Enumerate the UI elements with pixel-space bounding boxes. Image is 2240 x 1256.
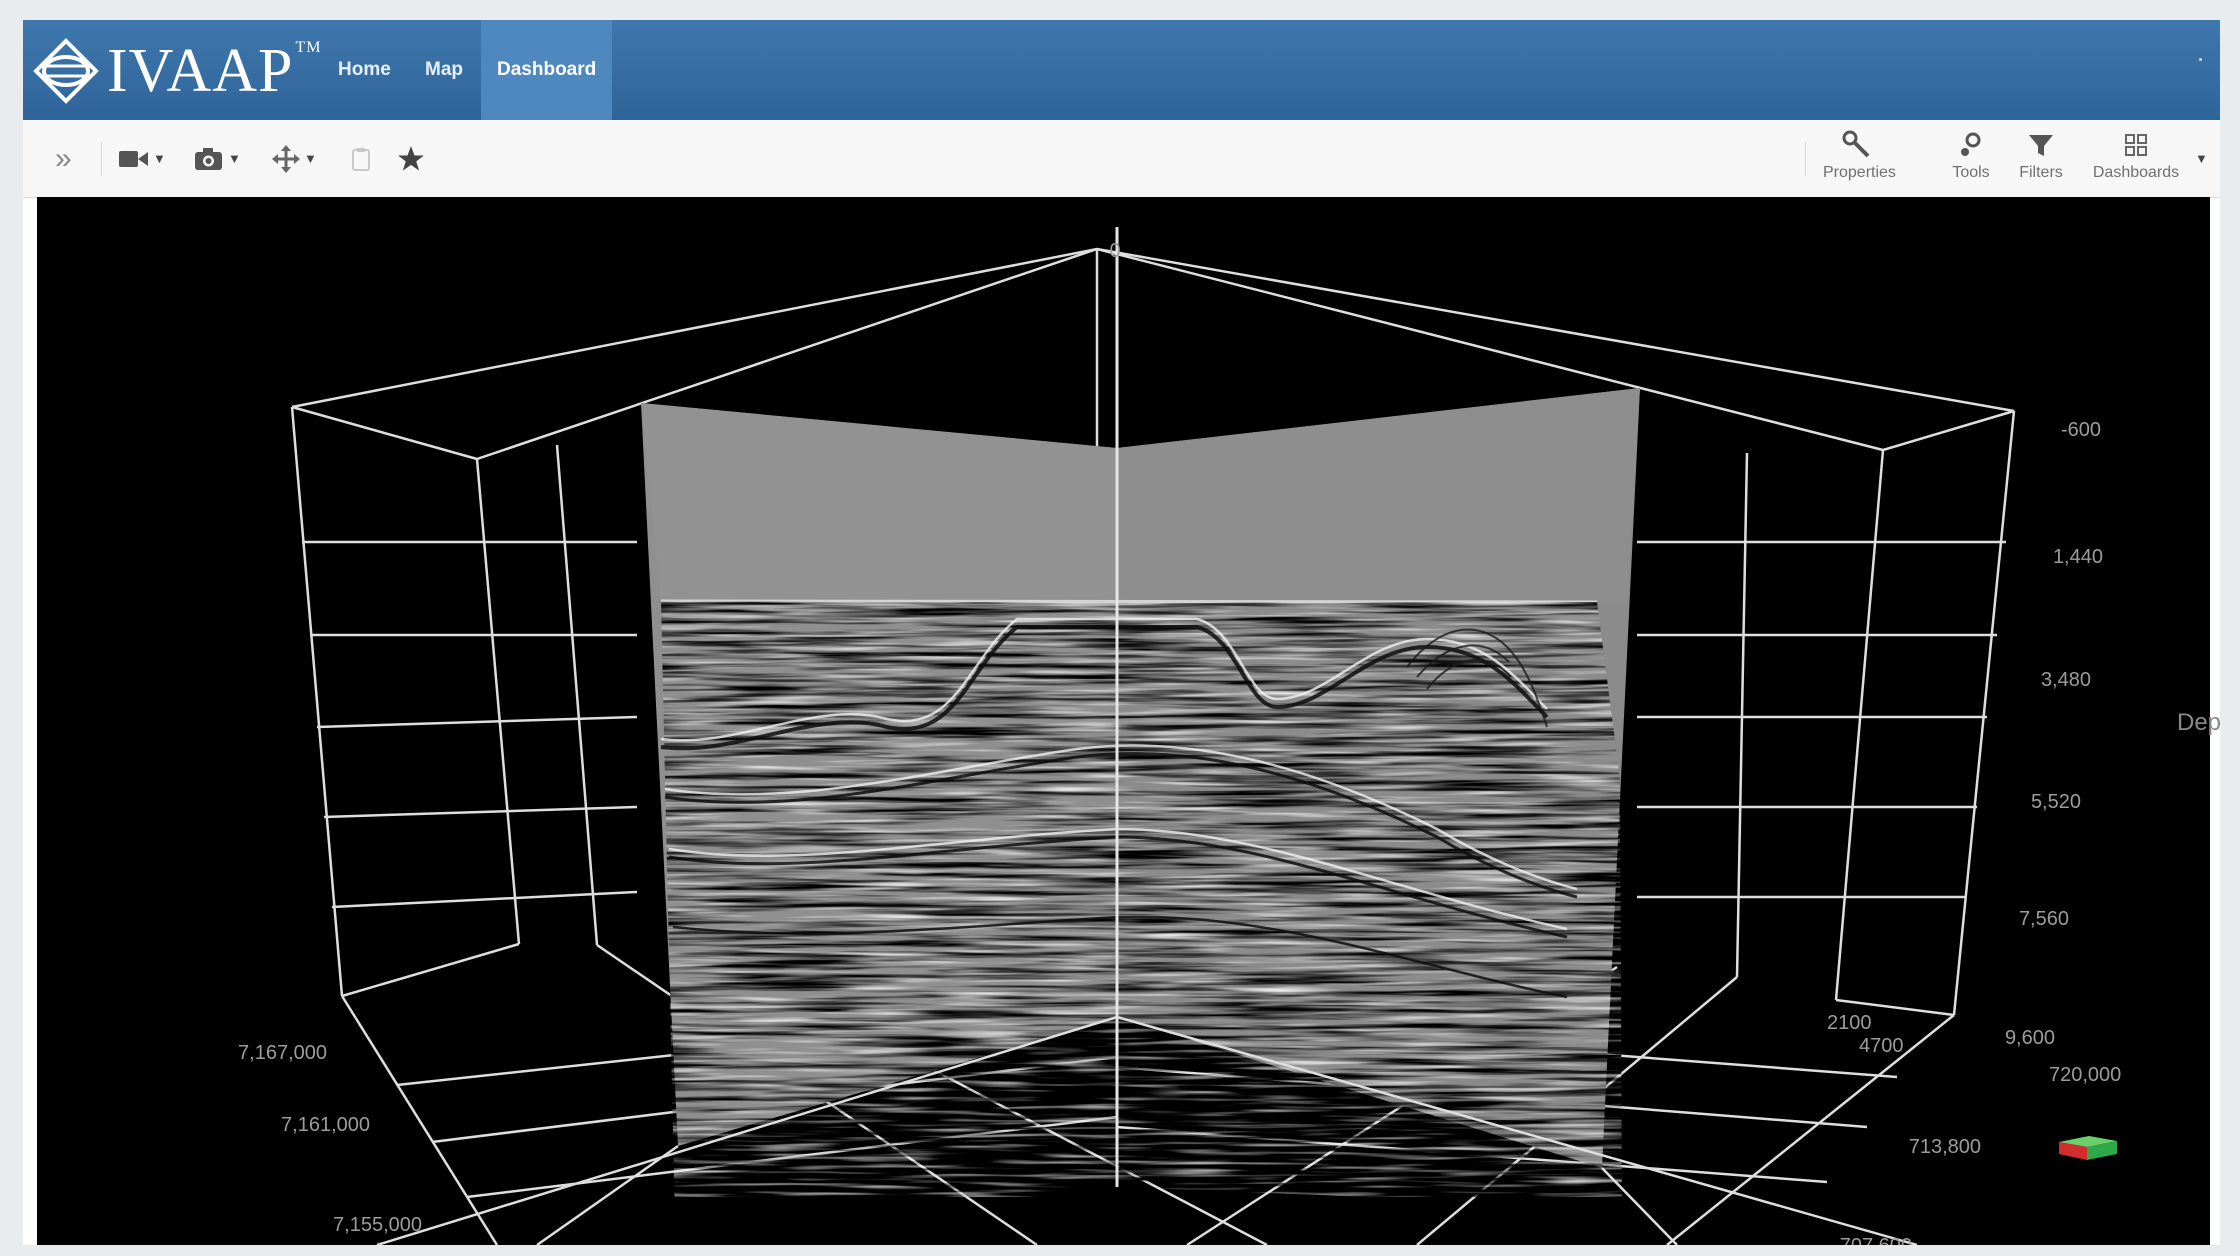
favorite-button[interactable] (397, 120, 425, 197)
easting-tick: 720,000 (2049, 1064, 2121, 1086)
dashboards-label: Dashboards (2092, 164, 2180, 181)
depth-axis-title: Dept (2177, 709, 2220, 736)
ivaap-logo[interactable]: IVAAP TM (33, 36, 321, 106)
clipboard-button[interactable] (352, 120, 370, 197)
ivaap-logo-icon (33, 38, 99, 104)
tools-label: Tools (1952, 164, 1990, 181)
caret-down-icon: ▼ (228, 151, 241, 166)
viewer-toolbar: » ▼ ▼ ▼ Properties Tools Filters Dashboa… (23, 120, 2220, 198)
wrench-icon (1823, 130, 1889, 164)
filters-label: Filters (2019, 164, 2063, 181)
easting-tick: 713,800 (1909, 1136, 1981, 1158)
caret-down-icon: ▼ (304, 151, 317, 166)
double-chevron-right-icon: » (55, 141, 72, 175)
top-navbar: IVAAP TM Home Map Dashboard (23, 20, 2220, 120)
caret-down-icon: ▼ (153, 151, 166, 166)
nav-home[interactable]: Home (338, 20, 391, 120)
tools-button[interactable]: Tools (1943, 130, 1999, 190)
camera-mode-dropdown[interactable]: ▼ (119, 120, 166, 197)
filters-button[interactable]: Filters (2013, 130, 2069, 190)
nav-indicator-dot (2199, 58, 2202, 61)
3d-seismic-viewer[interactable]: 0 -600 1,440 3,480 5,520 7,560 9,600 7,1… (37, 197, 2220, 1245)
caret-down-icon: ▼ (2195, 151, 2208, 166)
northing-tick: 7,161,000 (281, 1114, 370, 1136)
logo-text: IVAAP TM (107, 37, 322, 105)
dashboards-menu-caret[interactable]: ▼ (2191, 120, 2208, 197)
depth-tick: -600 (2061, 419, 2101, 441)
orientation-cube-icon[interactable] (2055, 1132, 2121, 1166)
properties-label: Properties (1823, 164, 1896, 181)
seismic-3d-scene[interactable]: 0 -600 1,440 3,480 5,520 7,560 9,600 7,1… (37, 197, 2210, 1245)
move-icon (272, 144, 300, 173)
easting-tick: 707,600 (1840, 1235, 1912, 1245)
grid-icon (2086, 130, 2186, 164)
nav-dashboard[interactable]: Dashboard (481, 20, 613, 120)
northing-tick: 7,167,000 (238, 1042, 327, 1064)
tools-icon (1943, 130, 1999, 164)
top-axis-label: 0 (1109, 240, 1120, 262)
expand-panel-button[interactable]: » (55, 120, 72, 197)
depth-tick: 3,480 (2041, 669, 2091, 691)
toolbar-separator (101, 142, 102, 176)
seismic-section-panels[interactable] (637, 388, 1647, 1197)
corner-label: 2100 (1827, 1012, 1872, 1034)
nav-map[interactable]: Map (425, 20, 463, 120)
clipboard-icon (352, 147, 370, 171)
depth-tick: 5,520 (2031, 791, 2081, 813)
navigation-mode-dropdown[interactable]: ▼ (272, 120, 317, 197)
filter-icon (2013, 130, 2069, 164)
toolbar-separator (1805, 142, 1806, 176)
snapshot-dropdown[interactable]: ▼ (194, 120, 241, 197)
corner-label: 4700 (1859, 1035, 1904, 1057)
app-window: IVAAP TM Home Map Dashboard » ▼ ▼ ▼ Prop… (23, 20, 2220, 1245)
camera-icon (195, 147, 222, 170)
star-icon (398, 145, 424, 171)
properties-button[interactable]: Properties (1823, 130, 1896, 190)
depth-tick: 7,560 (2019, 908, 2069, 930)
dashboards-button[interactable]: Dashboards (2086, 130, 2186, 190)
depth-tick: 1,440 (2053, 546, 2103, 568)
video-camera-icon (119, 150, 148, 167)
depth-tick: 9,600 (2005, 1027, 2055, 1049)
northing-tick: 7,155,000 (333, 1214, 422, 1236)
